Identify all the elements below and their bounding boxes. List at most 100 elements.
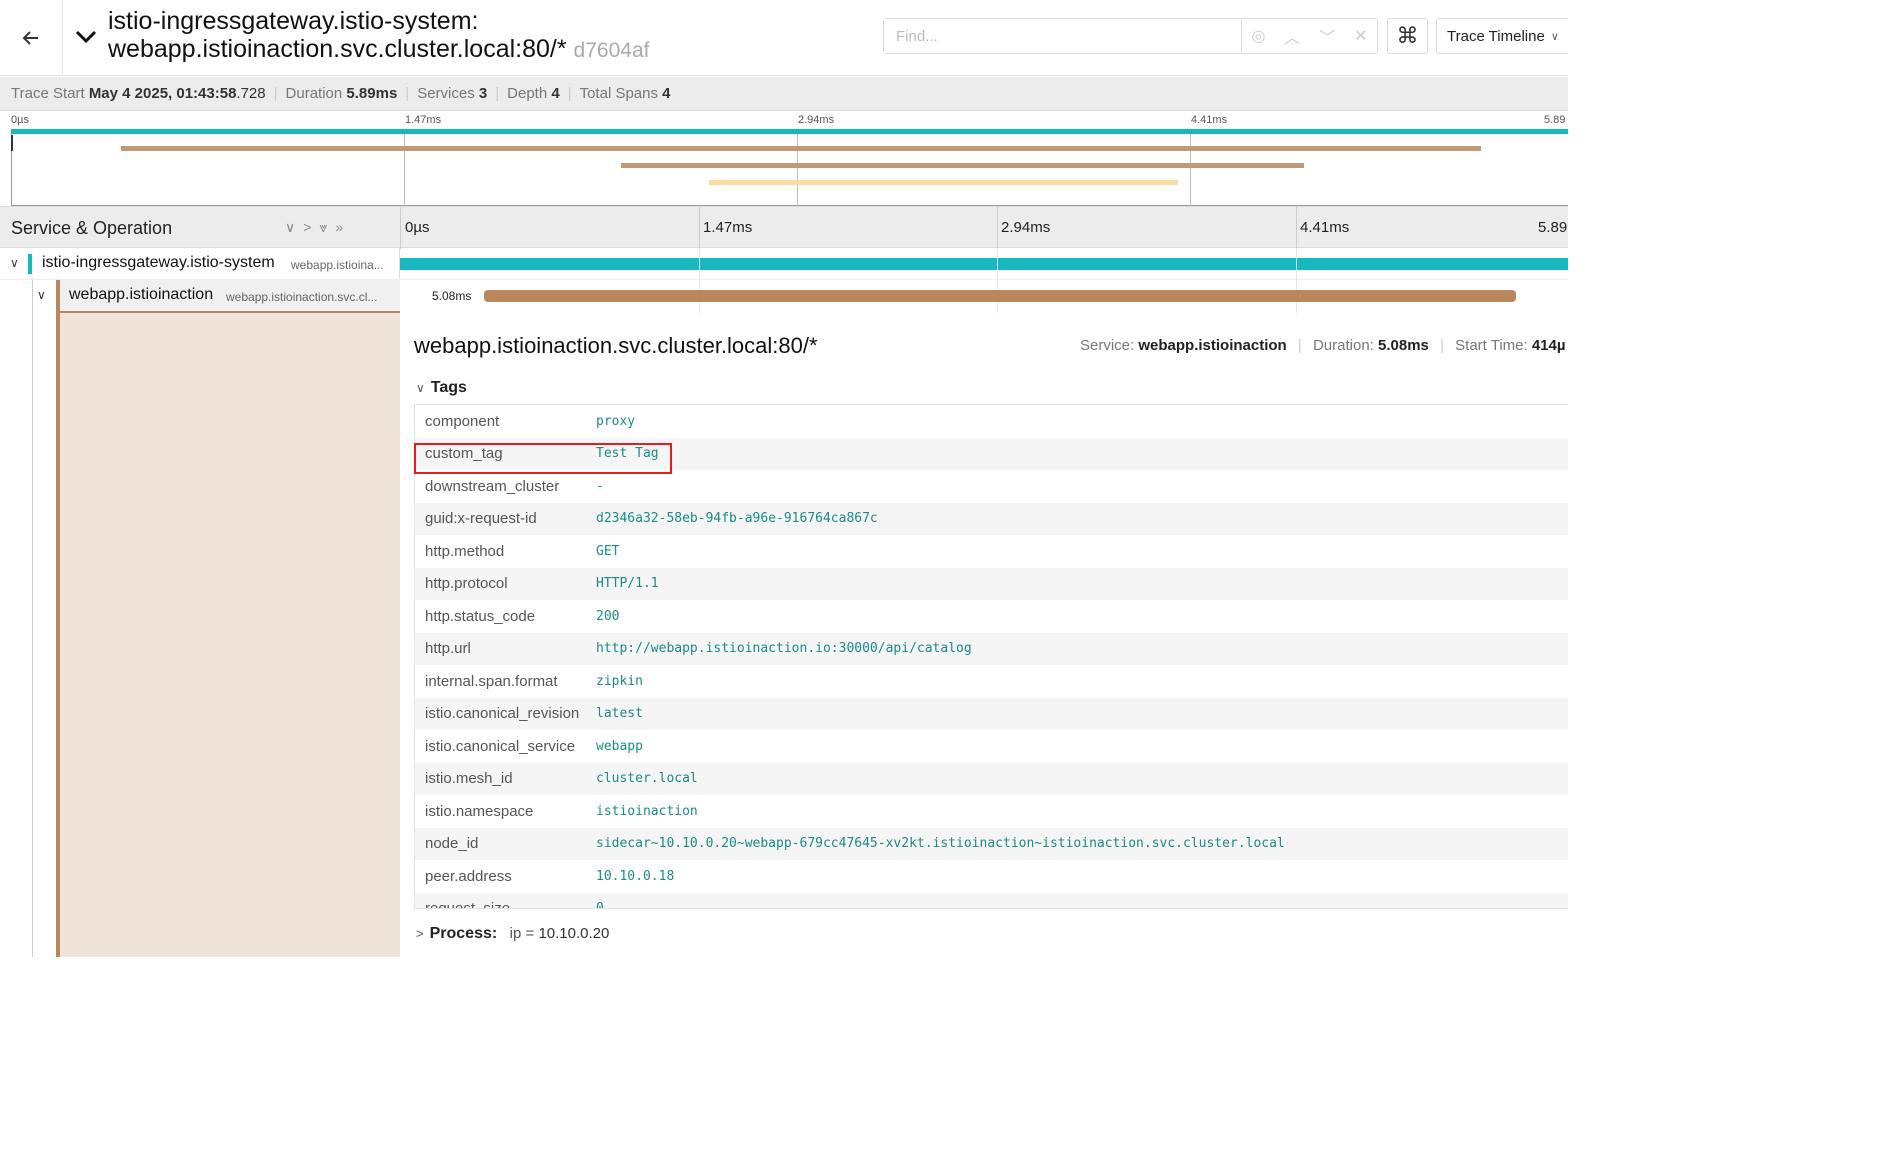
minimap-gridline: [797, 133, 798, 206]
span-service-name: istio-ingressgateway.istio-system: [42, 254, 275, 271]
tag-value: webapp: [596, 738, 643, 754]
trace-start-ms: .728: [236, 85, 266, 102]
span-row-selected[interactable]: ∨ webapp.istioinaction webapp.istioinact…: [0, 280, 1568, 313]
collapse-one-icon[interactable]: ∨: [285, 219, 295, 236]
tag-value: http://webapp.istioinaction.io:30000/api…: [596, 641, 972, 657]
tag-row[interactable]: istio.mesh_id cluster.local: [415, 762, 1568, 795]
span-detail: webapp.istioinaction.svc.cluster.local:8…: [401, 313, 1568, 957]
expand-all-icon[interactable]: »: [335, 219, 343, 236]
minimap-tick: 4.41ms: [1191, 114, 1228, 126]
span-duration-label: 5.08ms: [432, 289, 472, 303]
tag-row[interactable]: peer.address 10.10.0.18: [415, 860, 1568, 893]
total-spans-label: Total Spans: [579, 85, 658, 102]
trace-summary: Trace Start May 4 2025, 01:43:58.728 | D…: [0, 77, 1568, 111]
chevron-down-icon: ∨: [1550, 30, 1559, 43]
tag-value: cluster.local: [596, 771, 698, 787]
tree-guide: [32, 280, 33, 313]
span-bar[interactable]: [400, 258, 1568, 270]
tag-row[interactable]: istio.namespace istioinaction: [415, 795, 1568, 828]
timeline-tick: 0µs: [405, 219, 430, 236]
find-controls: ◎ ︿ ﹀ ✕: [1242, 19, 1377, 53]
tag-value: 10.10.0.18: [596, 868, 675, 884]
tag-row[interactable]: node_id sidecar~10.10.0.20~webapp-679cc47…: [415, 827, 1568, 860]
chevron-up-icon[interactable]: ︿: [1284, 24, 1300, 48]
chevron-down-icon[interactable]: ∨: [10, 256, 19, 270]
tree-indent: [0, 280, 56, 313]
tag-key: request_size: [425, 900, 511, 909]
divider: |: [405, 85, 410, 102]
view-select[interactable]: Trace Timeline ∨: [1436, 18, 1568, 54]
tags-toggle[interactable]: ∨ Tags: [416, 379, 467, 397]
minimap-tick: 2.94ms: [798, 114, 835, 126]
minimap-gridline: [1190, 133, 1191, 206]
duration-value: 5.89ms: [346, 85, 398, 102]
process-toggle[interactable]: > Process: ip = 10.10.0.20: [416, 925, 609, 943]
chevron-down-icon[interactable]: ∨: [37, 288, 46, 302]
minimap-span-bar: [121, 146, 1481, 151]
find-input[interactable]: [884, 19, 1242, 53]
arrow-left-icon: [22, 31, 38, 45]
minimap-span-bar: [709, 180, 1178, 185]
span-operation-name: webapp.istioina...: [291, 258, 384, 272]
tag-value: istioinaction: [596, 803, 698, 819]
tag-row[interactable]: istio.canonical_service webapp: [415, 730, 1568, 763]
tag-row[interactable]: http.protocol HTTP/1.1: [415, 567, 1568, 600]
expand-one-icon[interactable]: >: [303, 219, 311, 236]
total-spans-value: 4: [662, 85, 671, 102]
tag-value: 200: [596, 608, 620, 624]
span-bar[interactable]: [484, 290, 1516, 302]
trace-id: d7604af: [573, 39, 650, 62]
span-tree-pane: [0, 248, 400, 957]
keyboard-shortcuts-button[interactable]: ⌘: [1387, 18, 1428, 54]
trace-start: Trace Start May 4 2025, 01:43:58.728: [11, 85, 266, 102]
depth-label: Depth: [507, 85, 548, 102]
timeline-tick: 1.47ms: [703, 219, 753, 236]
chevron-down-icon[interactable]: ﹀: [1319, 24, 1335, 48]
tag-row[interactable]: http.status_code 200: [415, 600, 1568, 633]
minimap-tick: 0µs: [11, 114, 29, 126]
highlight-box: [414, 443, 672, 474]
collapse-header-button[interactable]: [72, 22, 100, 50]
timeline-gridline: [997, 207, 998, 249]
tag-key: http.status_code: [425, 607, 536, 625]
timeline-header: Service & Operation ∨ > ⩔ » 0µs 1.47ms 2…: [0, 206, 1568, 249]
tag-row[interactable]: http.url http://webapp.istioinaction.io:3…: [415, 632, 1568, 665]
tag-row[interactable]: request_size 0: [415, 892, 1568, 909]
back-button[interactable]: [0, 0, 63, 76]
tag-row[interactable]: http.method GET: [415, 535, 1568, 568]
service-color-bar: [56, 280, 60, 313]
minimap-span-bar: [11, 129, 1568, 134]
chevron-down-icon: [75, 30, 97, 44]
timeline-gridline: [997, 248, 998, 280]
minimap-span-bar: [621, 163, 1304, 168]
span-color-bar: [56, 282, 60, 957]
timeline-tick: 4.41ms: [1300, 219, 1350, 236]
tag-row[interactable]: component proxy: [415, 405, 1568, 438]
collapse-all-icon[interactable]: ⩔: [319, 219, 327, 236]
tag-row[interactable]: guid:x-request-id d2346a32-58eb-94fb-a96e…: [415, 502, 1568, 535]
find-box: ◎ ︿ ﹀ ✕: [883, 18, 1378, 54]
tag-row[interactable]: internal.span.format zipkin: [415, 665, 1568, 698]
chevron-right-icon: >: [416, 926, 424, 941]
close-icon[interactable]: ✕: [1354, 26, 1367, 46]
span-service-name: webapp.istioinaction: [69, 286, 214, 303]
divider: |: [1297, 337, 1302, 354]
span-row[interactable]: ∨ istio-ingressgateway.istio-system weba…: [0, 248, 1568, 280]
tag-key: internal.span.format: [425, 672, 558, 690]
tag-key: istio.canonical_service: [425, 737, 576, 755]
start-time-value: 414µ: [1531, 337, 1566, 354]
process-key: ip: [509, 925, 522, 942]
locate-icon[interactable]: ◎: [1251, 26, 1265, 46]
process-tag: ip = 10.10.0.20: [509, 925, 610, 942]
tags-table: component proxy custom_tag Test Tag downstre…: [414, 404, 1568, 909]
service-label: Service:: [1080, 337, 1135, 354]
service-value: webapp.istioinaction: [1138, 337, 1287, 354]
tag-key: peer.address: [425, 867, 512, 885]
tag-value: -: [596, 478, 604, 494]
column-resizer[interactable]: [400, 207, 401, 249]
trace-minimap[interactable]: 0µs 1.47ms 2.94ms 4.41ms 5.89: [0, 111, 1568, 206]
tag-row[interactable]: istio.canonical_revision latest: [415, 697, 1568, 730]
span-operation-name: webapp.istioinaction.svc.cl...: [226, 290, 378, 304]
tag-value: 0: [596, 901, 604, 909]
tag-row[interactable]: downstream_cluster -: [415, 470, 1568, 503]
